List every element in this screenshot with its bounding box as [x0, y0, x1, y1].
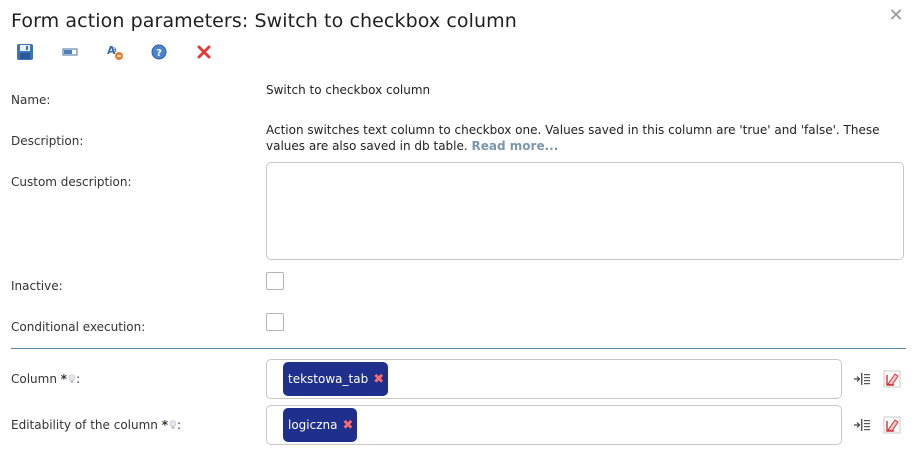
section-divider — [11, 348, 906, 349]
delete-icon[interactable] — [195, 43, 215, 63]
read-more-link[interactable]: Read more... — [472, 139, 559, 153]
help-icon[interactable]: ? — [150, 43, 170, 63]
svg-text:a: a — [112, 45, 117, 54]
translate-icon[interactable]: A a — [106, 43, 126, 63]
required-marker: * — [161, 418, 169, 432]
custom-description-field[interactable] — [266, 162, 904, 260]
column-chip-label: tekstowa_tab — [288, 372, 369, 386]
editability-label: Editability of the column *: — [11, 418, 181, 432]
hint-bulb-icon[interactable] — [68, 374, 76, 384]
description-label: Description: — [11, 134, 84, 148]
editability-chip: logiczna ✖ — [283, 408, 358, 442]
editability-label-suffix: : — [177, 418, 182, 432]
name-label: Name: — [11, 93, 51, 107]
clear-field-icon[interactable] — [883, 416, 903, 434]
select-list-icon[interactable] — [853, 417, 873, 435]
editability-label-text: Editability of the column — [11, 418, 158, 432]
svg-text:?: ? — [156, 48, 162, 59]
field-icon[interactable] — [61, 43, 81, 63]
hint-bulb-icon[interactable] — [169, 420, 177, 430]
remove-chip-icon[interactable]: ✖ — [342, 418, 353, 433]
select-list-icon[interactable] — [853, 371, 873, 389]
column-label: Column *: — [11, 372, 80, 386]
column-label-text: Column — [11, 372, 57, 386]
required-marker: * — [60, 372, 68, 386]
description-text: Action switches text column to checkbox … — [266, 123, 880, 153]
inactive-label: Inactive: — [11, 279, 63, 293]
column-chip: tekstowa_tab ✖ — [283, 362, 389, 396]
name-value: Switch to checkbox column — [266, 83, 431, 97]
remove-chip-icon[interactable]: ✖ — [373, 372, 384, 387]
clear-field-icon[interactable] — [883, 370, 903, 388]
description-value: Action switches text column to checkbox … — [266, 122, 896, 154]
form-action-parameters-dialog: Form action parameters: Switch to checkb… — [0, 0, 917, 462]
custom-description-label: Custom description: — [11, 175, 132, 189]
conditional-execution-label: Conditional execution: — [11, 320, 146, 334]
dialog-title: Form action parameters: Switch to checkb… — [11, 10, 517, 32]
column-label-suffix: : — [76, 372, 81, 386]
editability-select[interactable]: logiczna ✖ — [266, 405, 842, 445]
editability-chip-label: logiczna — [288, 418, 338, 432]
save-icon[interactable] — [16, 43, 36, 63]
conditional-execution-checkbox[interactable] — [266, 313, 284, 331]
close-icon[interactable]: ✕ — [888, 7, 904, 25]
column-select[interactable]: tekstowa_tab ✖ — [266, 359, 842, 399]
inactive-checkbox[interactable] — [266, 272, 284, 290]
